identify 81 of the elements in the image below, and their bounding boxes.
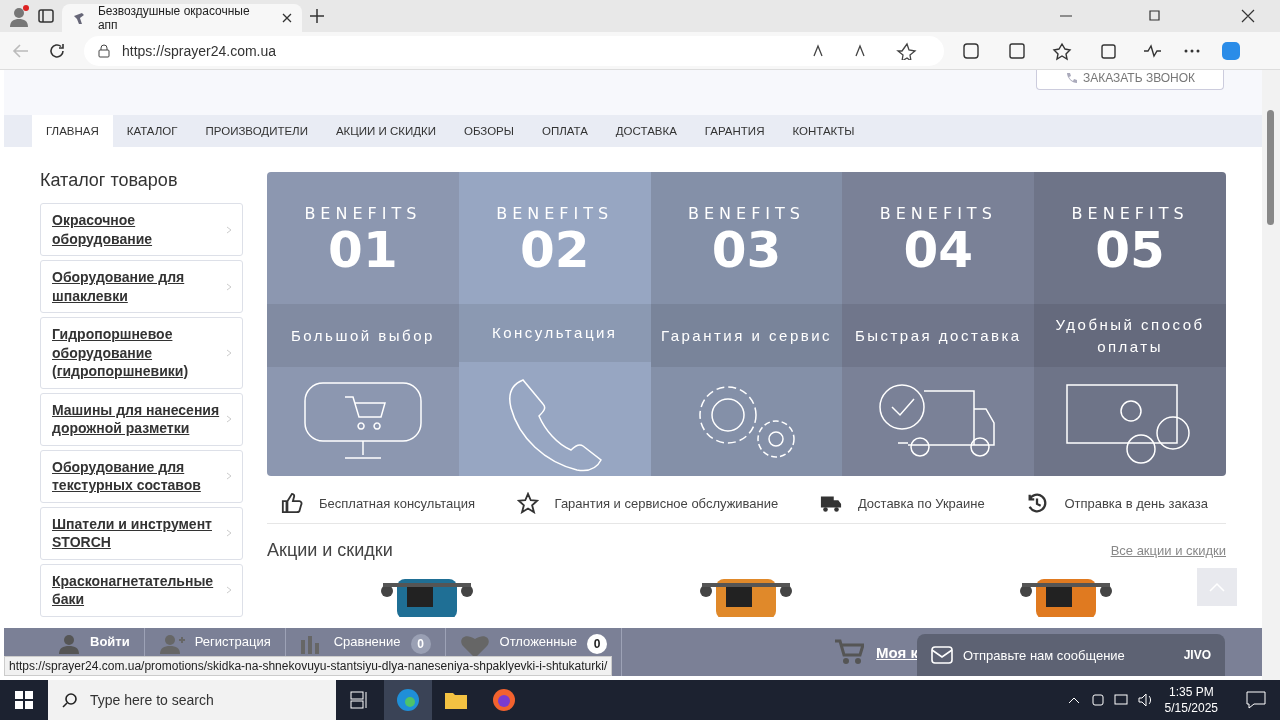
url-text: https://sprayer24.com.ua: [122, 42, 277, 59]
chevron-right-icon: [226, 529, 232, 537]
chevron-right-icon: [226, 472, 232, 480]
callback-button[interactable]: ЗАКАЗАТЬ ЗВОНОК: [1036, 70, 1224, 90]
back-icon: [12, 41, 30, 60]
envelope-icon: [931, 646, 953, 664]
feature-text: Бесплатная консультация: [319, 495, 475, 511]
browser-toolbar-icon: [962, 40, 1242, 61]
chevron-right-icon: [226, 348, 232, 357]
benefit-heading: BENEFITS: [688, 204, 805, 223]
scrollbar[interactable]: [1262, 70, 1280, 680]
profile-icon: [8, 5, 30, 27]
benefit-number: 05: [1095, 223, 1165, 277]
benefit-number: 02: [519, 223, 590, 277]
star-icon: [516, 492, 539, 514]
heart-icon: [459, 634, 490, 658]
benefit-caption: Большой выбор: [290, 325, 435, 346]
notification-icon: [1246, 691, 1266, 709]
feature-text: Отправка в день заказа: [1064, 495, 1208, 511]
task-view-icon: [350, 691, 370, 709]
nav-tab[interactable]: КАТАЛОГ: [112, 115, 192, 147]
address-bar[interactable]: https://sprayer24.com.ua: [84, 35, 944, 66]
compare-count: 0: [410, 634, 431, 654]
phone-icon: [1064, 71, 1077, 84]
reload-icon: [48, 41, 66, 60]
taskbar-search[interactable]: Type here to search: [48, 680, 336, 720]
chevron-right-icon: [226, 586, 232, 594]
benefit-heading: BENEFITS: [879, 204, 997, 223]
clock-time: 1:35 PM: [1168, 684, 1214, 700]
clock-date: 5/15/2025: [1164, 700, 1218, 716]
benefit-number: 04: [903, 223, 974, 277]
catalog-item[interactable]: Оборудование для шпаклевки: [40, 260, 243, 313]
catalog-item[interactable]: Гидропоршневое оборудование (гидропоршневики): [40, 317, 243, 389]
nav-tab[interactable]: ГАРАНТИЯ: [690, 115, 779, 147]
plus-icon: [310, 9, 324, 23]
lock-icon: [98, 43, 110, 58]
catalog-item[interactable]: Красконагнетательные баки: [40, 563, 243, 617]
tabs-icon: [38, 8, 54, 24]
user-add-icon: [158, 634, 185, 654]
tab-title: Безвоздушные окрасочные апп: [97, 4, 251, 32]
thumbs-up-icon: [281, 492, 303, 514]
folder-icon: [444, 690, 468, 710]
wishlist-count: 0: [587, 634, 607, 654]
nav-tab[interactable]: КОНТАКТЫ: [778, 115, 869, 147]
benefit-heading: BENEFITS: [496, 204, 614, 223]
browser-tab[interactable]: Безвоздушные окрасочные апп: [62, 4, 302, 32]
nav-tab[interactable]: ГЛАВНАЯ: [32, 115, 113, 147]
benefit-heading: BENEFITS: [1071, 204, 1189, 223]
user-icon: [58, 634, 80, 654]
benefit-caption: Быстрая доставка: [854, 325, 1022, 346]
benefit-number: 01: [328, 223, 398, 277]
cart-icon: [834, 639, 865, 665]
clock-icon: [1026, 492, 1049, 514]
catalog-item[interactable]: Оборудование для текстурных составов: [40, 449, 243, 503]
nav-tab[interactable]: ПРОИЗВОДИТЕЛИ: [191, 115, 322, 147]
catalog-item[interactable]: Шпатели и инструмент STORCH: [40, 506, 243, 560]
search-icon: [62, 692, 78, 708]
catalog-title: Каталог товаров: [40, 170, 179, 191]
nav-tab[interactable]: ОПЛАТА: [528, 115, 602, 147]
section-title: Акции и скидки: [267, 540, 393, 561]
chevron-right-icon: [226, 282, 232, 291]
feature-text: Гарантия и сервисное обслуживание: [554, 495, 779, 511]
chevron-right-icon: [226, 415, 232, 423]
benefit-caption: Удобный способ оплаты: [1054, 314, 1206, 357]
nav-tab[interactable]: АКЦИИ И СКИДКИ: [321, 115, 450, 147]
monitor-cart-icon: [302, 381, 423, 461]
catalog-item[interactable]: Машины для нанесения дорожной разметки: [40, 392, 243, 446]
chat-button[interactable]: Отправьте нам сообщение JIVO: [917, 634, 1225, 676]
benefit-heading: BENEFITS: [304, 204, 422, 223]
windows-icon: [15, 691, 33, 709]
benefit-caption: Гарантия и сервис: [660, 325, 833, 346]
benefit-caption: Консультация: [491, 323, 618, 343]
chevron-right-icon: [226, 225, 232, 234]
all-promotions-link[interactable]: Все акции и скидки: [1110, 543, 1226, 558]
catalog-item[interactable]: Окрасочное оборудование: [40, 203, 243, 256]
feature-text: Доставка по Украине: [857, 495, 985, 511]
nav-tab[interactable]: ДОСТАВКА: [601, 115, 691, 147]
nav-tab[interactable]: ОБЗОРЫ: [450, 115, 528, 147]
close-icon: [282, 13, 292, 23]
benefit-number: 03: [711, 223, 782, 277]
status-url-tooltip: https://sprayer24.com.ua/promotions/skidka-na-shnekovuyu-stantsiyu-dlya-naneseniya-shpaklyevki-i-shtukaturki/: [4, 656, 613, 676]
